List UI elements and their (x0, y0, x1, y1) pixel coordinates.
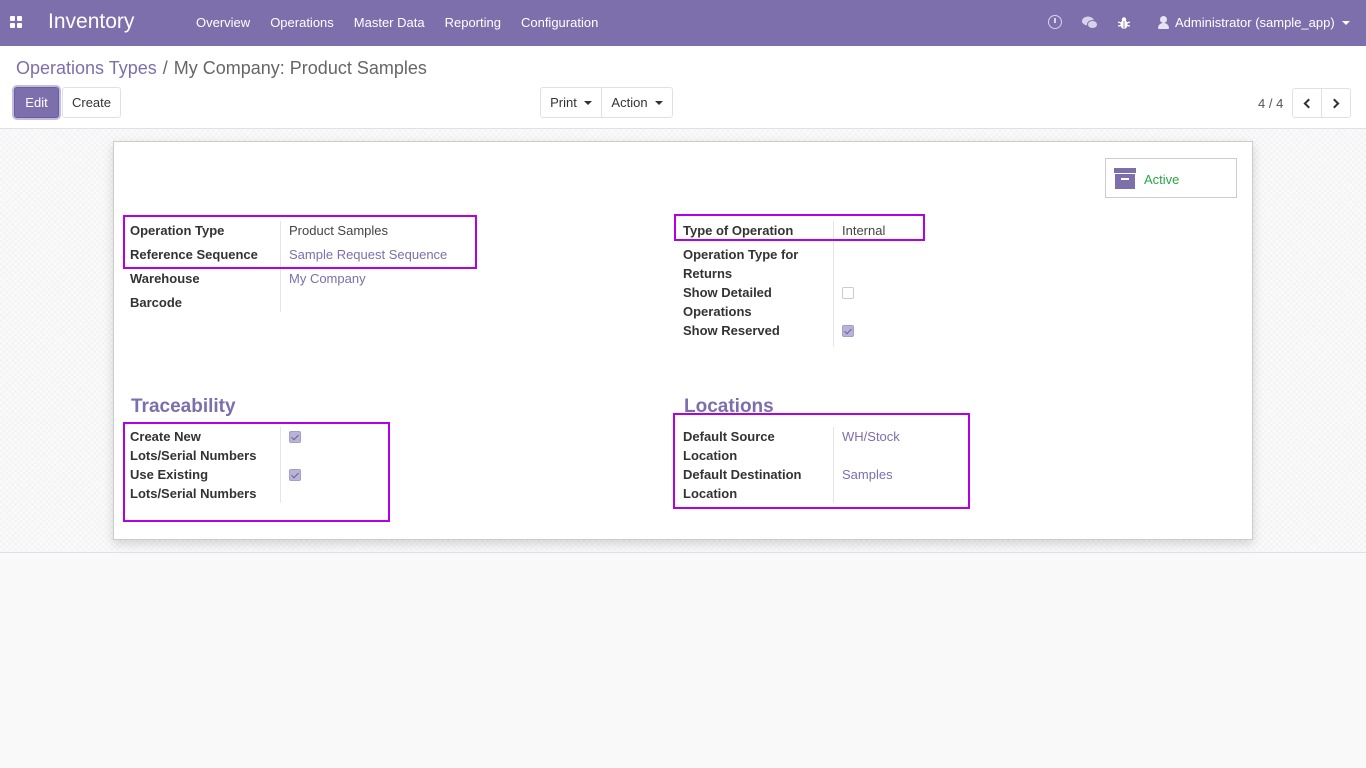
active-status-label: Active (1144, 172, 1180, 187)
traceability-title: Traceability (131, 396, 236, 417)
chevron-down-icon (1341, 20, 1350, 25)
active-toggle-button[interactable]: Active (1105, 158, 1237, 198)
highlight-box-type (674, 214, 925, 241)
app-brand[interactable]: Inventory (48, 10, 134, 34)
breadcrumb-current: My Company: Product Samples (173, 58, 427, 78)
warehouse-link[interactable]: My Company (289, 269, 366, 288)
pager-previous-button[interactable] (1292, 88, 1322, 118)
barcode-label: Barcode (130, 295, 183, 310)
breadcrumb-separator: / (162, 58, 168, 78)
print-dropdown[interactable]: Print (540, 87, 602, 118)
pager-next-button[interactable] (1321, 88, 1351, 118)
user-name: Administrator (sample_app) (1175, 15, 1335, 30)
pager-value[interactable]: 4 / 4 (1258, 96, 1283, 111)
print-label: Print (550, 95, 577, 110)
menu-item-configuration[interactable]: Configuration (521, 15, 598, 30)
chat-icon[interactable] (1082, 13, 1098, 33)
highlight-box-traceability (123, 422, 390, 522)
menu-item-reporting[interactable]: Reporting (445, 15, 501, 30)
user-menu[interactable]: Administrator (sample_app) (1158, 15, 1350, 30)
chevron-right-icon (1329, 98, 1340, 108)
clock-icon[interactable] (1048, 15, 1062, 29)
show-detailed-label-line2: Operations (683, 304, 752, 319)
action-dropdown[interactable]: Action (601, 87, 673, 118)
control-panel: Operations Types / My Company: Product Sam… (0, 46, 1366, 129)
main-menu: Overview Operations Master Data Reportin… (186, 15, 608, 30)
show-reserved-label: Show Reserved (683, 323, 780, 338)
top-navbar: Inventory Overview Operations Master Dat… (0, 0, 1366, 46)
chevron-left-icon (1303, 98, 1314, 108)
show-reserved-checkbox[interactable] (842, 325, 854, 337)
breadcrumb-parent[interactable]: Operations Types (16, 58, 157, 78)
chevron-down-icon (654, 100, 663, 105)
menu-item-master-data[interactable]: Master Data (354, 15, 425, 30)
action-label: Action (611, 95, 648, 110)
create-button[interactable]: Create (62, 87, 121, 118)
highlight-box-general (123, 215, 477, 269)
show-detailed-label-line1: Show Detailed (683, 285, 772, 300)
bug-icon[interactable] (1117, 13, 1131, 33)
menu-item-overview[interactable]: Overview (196, 15, 250, 30)
chevron-down-icon (583, 100, 592, 105)
breadcrumb: Operations Types / My Company: Product Sam… (16, 58, 427, 79)
warehouse-label: Warehouse (130, 271, 200, 286)
returns-type-label-line2: Returns (683, 266, 733, 281)
apps-icon[interactable] (10, 16, 23, 29)
show-detailed-checkbox[interactable] (842, 287, 854, 299)
returns-type-label-line1: Operation Type for (683, 247, 799, 262)
archive-icon (1114, 168, 1136, 189)
edit-button[interactable]: Edit (14, 87, 59, 118)
user-icon (1158, 16, 1169, 29)
highlight-box-locations (673, 413, 970, 509)
menu-item-operations[interactable]: Operations (270, 15, 334, 30)
